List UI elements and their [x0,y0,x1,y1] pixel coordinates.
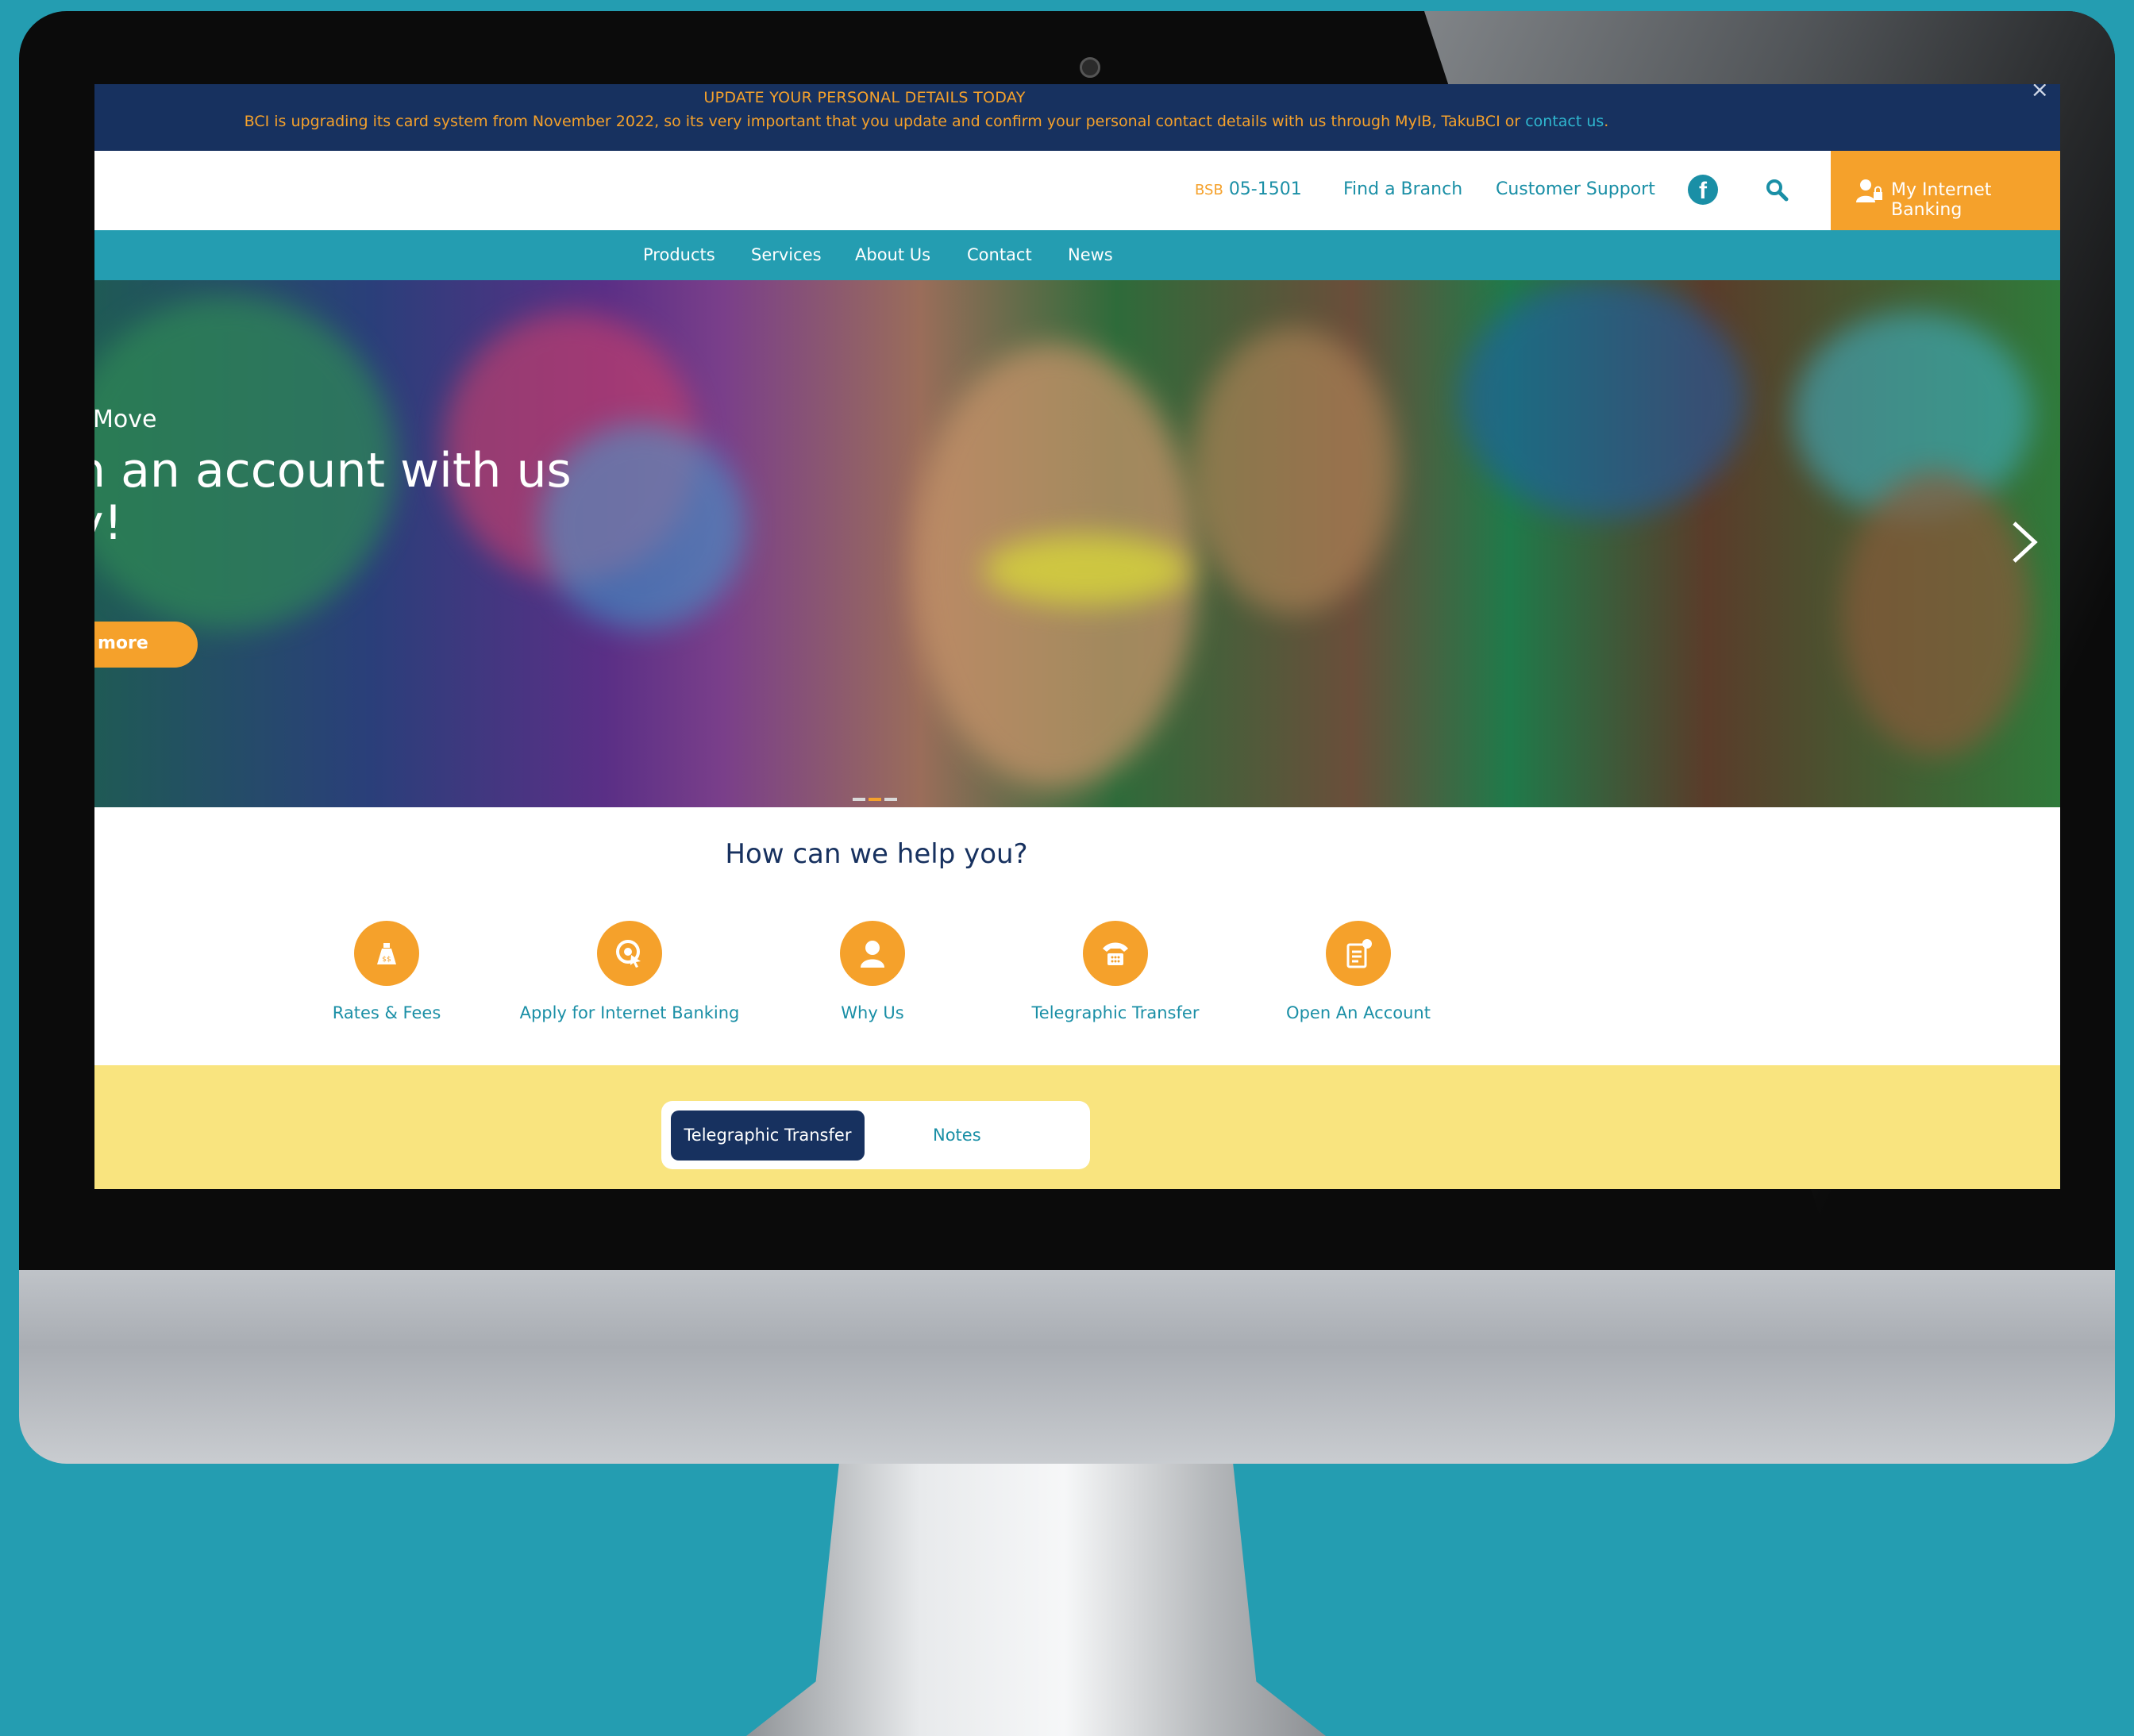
hero-subtitle: Move [94,406,157,433]
my-internet-banking-button[interactable]: My Internet Banking [1831,151,2060,230]
hero-title: n an account with us y! [94,443,572,551]
my-internet-banking-label: My Internet Banking [1891,180,1992,220]
carousel-indicators [853,789,900,804]
learn-more-label: more [98,633,148,653]
notice-banner: UPDATE YOUR PERSONAL DETAILS TODAY BCI i… [94,84,2060,151]
tile-label: Telegraphic Transfer [1031,1003,1200,1022]
person-icon [840,921,905,986]
carousel-dot[interactable] [853,798,865,801]
help-title: How can we help you? [725,838,1028,870]
contact-us-link[interactable]: contact us [1525,113,1604,130]
carousel-dot[interactable] [869,798,881,801]
money-bag-icon: $$ [354,921,419,986]
top-bar: BSB 05-1501 Find a Branch Customer Suppo… [94,151,2060,230]
hero-background-shape [1460,280,1746,518]
browser-screen: UPDATE YOUR PERSONAL DETAILS TODAY BCI i… [94,84,2060,1189]
tile-open-account[interactable]: Open An Account [1239,921,1477,1022]
bsb-label: BSB [1195,182,1223,198]
bsb-info: BSB 05-1501 [1195,179,1302,199]
tile-label: Open An Account [1286,1003,1431,1022]
tile-telegraphic-transfer[interactable]: Telegraphic Transfer [996,921,1235,1022]
notice-title: UPDATE YOUR PERSONAL DETAILS TODAY [703,89,1026,106]
find-branch-link[interactable]: Find a Branch [1343,179,1462,199]
main-nav: Products Services About Us Contact News [94,230,2060,280]
customer-support-link[interactable]: Customer Support [1496,179,1655,199]
tab-switcher: Telegraphic Transfer Notes [661,1101,1090,1169]
tile-rates-fees[interactable]: $$ Rates & Fees [268,921,506,1022]
nav-about-us[interactable]: About Us [855,245,930,264]
tile-label: Rates & Fees [332,1003,441,1022]
notice-body: BCI is upgrading its card system from No… [244,113,1526,130]
facebook-icon[interactable]: f [1688,175,1718,205]
bsb-number: 05-1501 [1228,179,1302,199]
close-icon[interactable]: × [2031,84,2049,102]
click-icon [597,921,662,986]
carousel-dot[interactable] [884,798,897,801]
tile-apply-internet-banking[interactable]: Apply for Internet Banking [510,921,749,1022]
hero-background-shape [1190,328,1396,614]
chevron-right-icon[interactable] [2006,518,2041,566]
tile-label: Apply for Internet Banking [519,1003,740,1022]
tile-why-us[interactable]: Why Us [753,921,992,1022]
nav-services[interactable]: Services [751,245,822,264]
monitor-chin [19,1270,2115,1464]
learn-more-button[interactable]: more [94,622,198,668]
tab-notes[interactable]: Notes [933,1111,981,1161]
tile-label: Why Us [841,1003,904,1022]
camera-icon [1080,57,1100,78]
user-lock-icon [1856,179,1882,202]
calculator-band: Telegraphic Transfer Notes [94,1065,2060,1189]
clipboard-icon [1326,921,1391,986]
phone-icon [1083,921,1148,986]
monitor-stand [746,1464,1326,1736]
search-icon[interactable] [1765,178,1789,202]
notice-tail: . [1604,113,1609,130]
svg-text:$$: $$ [382,956,391,964]
nav-contact[interactable]: Contact [967,245,1032,264]
nav-news[interactable]: News [1068,245,1113,264]
tab-telegraphic-transfer[interactable]: Telegraphic Transfer [671,1111,865,1161]
hero-carousel: Move n an account with us y! more [94,280,2060,807]
hero-background-shape [1841,471,2032,756]
notice-text: BCI is upgrading its card system from No… [94,113,1758,130]
hero-background-shape [984,534,1190,606]
nav-products[interactable]: Products [643,245,715,264]
